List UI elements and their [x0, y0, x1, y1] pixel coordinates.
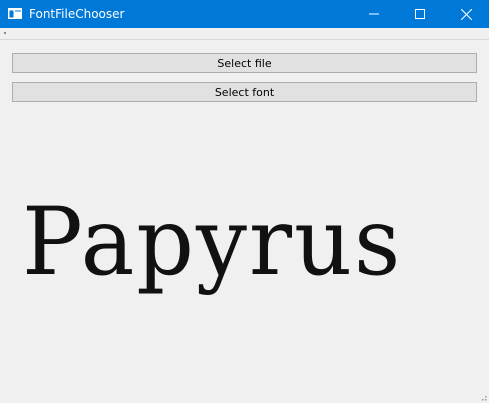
title-bar[interactable]: FontFileChooser	[0, 0, 489, 28]
menu-dot-icon	[4, 32, 6, 34]
minimize-icon	[369, 13, 379, 15]
close-icon	[460, 8, 472, 20]
maximize-icon	[415, 9, 425, 19]
select-font-button[interactable]: Select font	[12, 82, 477, 102]
window-title: FontFileChooser	[29, 7, 125, 21]
app-window-icon	[8, 8, 22, 19]
maximize-button[interactable]	[397, 0, 443, 28]
resize-grip-icon[interactable]	[479, 393, 487, 401]
close-button[interactable]	[443, 0, 489, 28]
select-file-button[interactable]: Select file	[12, 53, 477, 73]
minimize-button[interactable]	[351, 0, 397, 28]
app-window: FontFileChooser Select file Select font …	[0, 0, 489, 403]
font-preview-text: Papyrus	[22, 187, 403, 297]
menu-bar	[0, 28, 489, 40]
